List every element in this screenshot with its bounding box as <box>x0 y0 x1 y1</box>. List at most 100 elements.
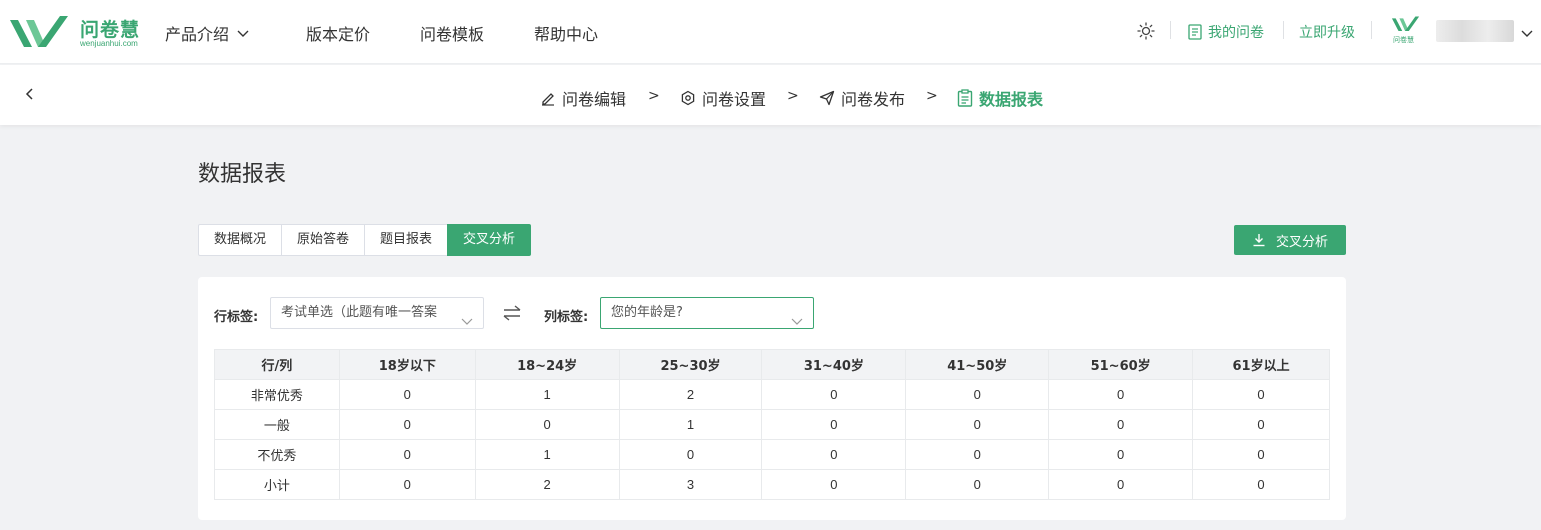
table-cell: 0 <box>905 409 1050 440</box>
table-cell: 0 <box>474 409 620 440</box>
nav-pricing[interactable]: 版本定价 <box>306 21 370 45</box>
edit-icon <box>542 93 554 106</box>
table-row: 非常优秀 0 1 2 0 0 0 0 <box>214 379 1330 410</box>
table-cell: 1 <box>474 379 620 410</box>
step-data-report[interactable]: 数据报表 <box>957 86 1043 110</box>
column-header: 18~24岁 <box>474 349 620 380</box>
brand-domain: wenjuanhui.com <box>80 39 138 48</box>
col-label-select[interactable]: 您的年龄是? <box>600 297 814 329</box>
step-settings-label: 问卷设置 <box>702 90 767 109</box>
logo-mark-icon <box>10 16 68 47</box>
divider <box>1283 21 1284 39</box>
table-row-subtotal: 小计 0 2 3 0 0 0 0 <box>214 469 1330 500</box>
swap-axes-icon[interactable] <box>502 304 522 326</box>
row-header: 一般 <box>214 409 340 440</box>
chevron-down-icon <box>461 308 473 328</box>
mini-logo-text: 问卷慧 <box>1393 36 1414 44</box>
col-label-caption: 列标签: <box>544 310 589 325</box>
export-cross-analysis-button[interactable]: 交叉分析 <box>1234 225 1346 255</box>
step-settings[interactable]: 问卷设置 <box>680 86 766 110</box>
tab-overview[interactable]: 数据概况 <box>198 224 283 256</box>
nav-templates[interactable]: 问卷模板 <box>420 21 484 45</box>
cross-analysis-card: 行标签: 考试单选（此题有唯一答案 列标签: 您的年龄是? 行/列 18岁以下 … <box>198 277 1346 520</box>
step-edit[interactable]: 问卷编辑 <box>540 86 626 110</box>
column-header: 31~40岁 <box>761 349 907 380</box>
table-row: 一般 0 0 1 0 0 0 0 <box>214 409 1330 440</box>
my-surveys-link[interactable]: 我的问卷 <box>1188 22 1264 42</box>
column-header: 25~30岁 <box>618 349 763 380</box>
download-icon <box>1253 234 1265 247</box>
brand-logo[interactable]: 问卷慧 wenjuanhui.com <box>8 12 143 52</box>
table-cell: 1 <box>474 439 620 470</box>
tab-question-report[interactable]: 题目报表 <box>364 224 449 256</box>
table-cell: 0 <box>338 469 476 500</box>
column-header: 行/列 <box>214 349 340 380</box>
table-cell: 2 <box>474 469 620 500</box>
chevron-down-icon[interactable] <box>1521 26 1533 42</box>
table-cell: 0 <box>1048 469 1194 500</box>
table-cell: 0 <box>905 439 1050 470</box>
clipboard-icon <box>957 89 973 107</box>
my-surveys-label: 我的问卷 <box>1208 25 1264 41</box>
tab-raw-responses[interactable]: 原始答卷 <box>281 224 366 256</box>
upgrade-link[interactable]: 立即升级 <box>1299 22 1355 42</box>
mini-logo: 问卷慧 <box>1391 15 1421 45</box>
chevron-down-icon <box>237 23 249 42</box>
brand-name: 问卷慧 <box>80 19 141 41</box>
row-label-value: 考试单选（此题有唯一答案 <box>281 305 438 320</box>
step-bar: 问卷编辑 > 问卷设置 > 问卷发布 > 数据报表 <box>0 65 1541 125</box>
table-cell: 0 <box>618 439 763 470</box>
table-cell: 0 <box>761 439 907 470</box>
table-cell: 0 <box>761 409 907 440</box>
settings-icon <box>681 90 695 106</box>
table-cell: 0 <box>338 409 476 440</box>
table-cell: 0 <box>1048 409 1194 440</box>
table-cell: 0 <box>1048 379 1194 410</box>
table-cell: 0 <box>1192 469 1330 500</box>
step-separator: > <box>787 88 799 104</box>
table-cell: 0 <box>905 379 1050 410</box>
theme-toggle-sun-icon[interactable] <box>1137 22 1155 44</box>
row-header: 非常优秀 <box>214 379 340 410</box>
step-edit-label: 问卷编辑 <box>562 90 627 109</box>
logo-mark-icon <box>1391 16 1420 32</box>
send-icon <box>819 90 835 106</box>
avatar[interactable] <box>1436 20 1514 42</box>
back-chevron-icon[interactable] <box>22 86 38 102</box>
step-separator: > <box>648 88 660 104</box>
tab-cross-analysis[interactable]: 交叉分析 <box>447 224 532 256</box>
nav-product-intro-label: 产品介绍 <box>165 25 230 44</box>
row-header: 不优秀 <box>214 439 340 470</box>
row-label-caption: 行标签: <box>214 310 259 325</box>
row-header: 小计 <box>214 469 340 500</box>
table-row: 不优秀 0 1 0 0 0 0 0 <box>214 439 1330 470</box>
row-label-select[interactable]: 考试单选（此题有唯一答案 <box>270 297 484 329</box>
table-cell: 0 <box>1192 439 1330 470</box>
table-cell: 0 <box>761 469 907 500</box>
page-title: 数据报表 <box>198 162 287 187</box>
table-cell: 0 <box>1192 409 1330 440</box>
table-cell: 2 <box>618 379 763 410</box>
table-cell: 0 <box>761 379 907 410</box>
step-publish-label: 问卷发布 <box>841 90 906 109</box>
table-cell: 0 <box>338 379 476 410</box>
column-header: 51~60岁 <box>1048 349 1194 380</box>
nav-product-intro[interactable]: 产品介绍 <box>165 21 249 45</box>
table-cell: 0 <box>1192 379 1330 410</box>
table-cell: 0 <box>905 469 1050 500</box>
top-navigation-bar: 问卷慧 wenjuanhui.com 产品介绍 版本定价 问卷模板 帮助中心 我… <box>0 0 1541 64</box>
step-publish[interactable]: 问卷发布 <box>819 86 905 110</box>
chevron-down-icon <box>791 308 803 328</box>
nav-help-center[interactable]: 帮助中心 <box>534 21 598 45</box>
step-separator: > <box>926 88 938 104</box>
step-data-report-label: 数据报表 <box>979 90 1044 109</box>
divider <box>1371 21 1372 39</box>
cross-analysis-table: 行/列 18岁以下 18~24岁 25~30岁 31~40岁 41~50岁 51… <box>214 349 1330 500</box>
column-header: 18岁以下 <box>338 349 476 380</box>
table-header-row: 行/列 18岁以下 18~24岁 25~30岁 31~40岁 41~50岁 51… <box>214 349 1330 380</box>
table-cell: 0 <box>1048 439 1194 470</box>
table-cell: 0 <box>338 439 476 470</box>
table-cell: 1 <box>618 409 763 440</box>
divider <box>1170 21 1171 39</box>
column-header: 61岁以上 <box>1192 349 1330 380</box>
